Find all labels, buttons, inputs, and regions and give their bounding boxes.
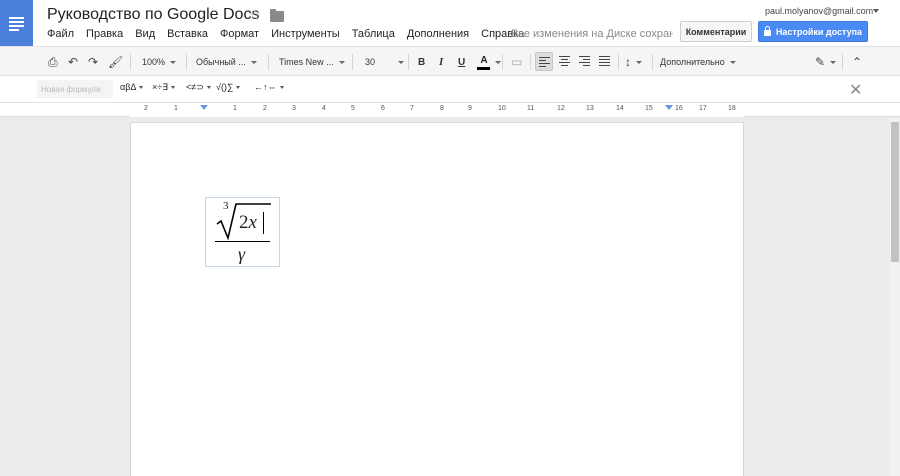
comments-button[interactable]: Комментарии bbox=[680, 21, 752, 42]
ruler-label: 7 bbox=[410, 105, 414, 112]
align-left-button[interactable] bbox=[535, 52, 553, 71]
fraction-line bbox=[215, 241, 270, 242]
share-button[interactable]: Настройки доступа bbox=[758, 21, 868, 42]
ruler-label: 17 bbox=[699, 105, 707, 112]
ruler[interactable]: 2 1 1 2 3 4 5 6 7 8 9 10 11 12 13 14 15 … bbox=[0, 103, 900, 117]
ruler-label: 9 bbox=[468, 105, 472, 112]
menu-tools[interactable]: Инструменты bbox=[271, 28, 340, 40]
font-size-value: 30 bbox=[365, 57, 376, 67]
ruler-label: 16 bbox=[675, 105, 683, 112]
undo-icon[interactable]: ↶ bbox=[68, 52, 78, 72]
share-label: Настройки доступа bbox=[775, 26, 863, 37]
menu-file[interactable]: Файл bbox=[47, 28, 74, 40]
star-icon[interactable]: ☆ bbox=[248, 6, 261, 24]
right-indent-marker[interactable] bbox=[665, 105, 673, 110]
docs-logo-icon[interactable] bbox=[0, 0, 33, 46]
ruler-label: 18 bbox=[728, 105, 736, 112]
equation-box[interactable]: 3 2x γ bbox=[205, 197, 280, 267]
align-justify-button[interactable] bbox=[596, 52, 614, 71]
bold-button[interactable]: B bbox=[418, 52, 425, 72]
menu-insert[interactable]: Вставка bbox=[167, 28, 208, 40]
pencil-icon[interactable]: ✎ bbox=[815, 52, 836, 72]
ruler-label: 5 bbox=[351, 105, 355, 112]
menu-edit[interactable]: Правка bbox=[86, 28, 123, 40]
collapse-chevron-up-icon[interactable]: ⌃ bbox=[852, 52, 862, 72]
ruler-label: 8 bbox=[440, 105, 444, 112]
document-title[interactable]: Руководство по Google Docs bbox=[47, 6, 259, 24]
underline-button[interactable]: U bbox=[458, 52, 465, 72]
more-button[interactable]: Дополнительно bbox=[660, 52, 736, 72]
toolbar: ⎙ ↶ ↷ 🖌 100% Обычный ... Times New ... 3… bbox=[0, 46, 900, 76]
vertical-scrollbar[interactable] bbox=[890, 118, 900, 476]
math-operators-menu[interactable]: √()∑ bbox=[216, 82, 240, 92]
text-cursor bbox=[263, 212, 264, 234]
more-label: Дополнительно bbox=[660, 57, 725, 67]
font-select[interactable]: Times New ... bbox=[279, 52, 345, 72]
print-icon[interactable]: ⎙ bbox=[48, 52, 58, 72]
font-value: Times New ... bbox=[279, 57, 334, 67]
style-select[interactable]: Обычный ... bbox=[196, 52, 257, 72]
line-spacing-icon[interactable]: ↕ bbox=[625, 52, 642, 72]
ruler-label: 13 bbox=[586, 105, 594, 112]
greek-letters-menu[interactable]: αβΔ bbox=[120, 82, 143, 92]
ruler-label: 6 bbox=[381, 105, 385, 112]
equation-toolbar: Новая формула αβΔ ×÷∃ <≠⊃ √()∑ ←↑⇔ ✕ bbox=[0, 76, 900, 103]
lock-icon bbox=[763, 25, 771, 36]
comment-icon[interactable]: ▭ bbox=[511, 52, 522, 72]
ruler-label: 3 bbox=[292, 105, 296, 112]
comments-label: Комментарии bbox=[685, 26, 747, 37]
ruler-label: 2 bbox=[263, 105, 267, 112]
align-right-button[interactable] bbox=[576, 52, 594, 71]
radicand[interactable]: 2x bbox=[239, 212, 257, 234]
ruler-label: 2 bbox=[144, 105, 148, 112]
left-indent-marker[interactable] bbox=[200, 105, 208, 110]
menu-table[interactable]: Таблица bbox=[352, 28, 395, 40]
close-equation-toolbar-icon[interactable]: ✕ bbox=[849, 80, 862, 100]
ruler-label: 15 bbox=[645, 105, 653, 112]
ruler-label: 14 bbox=[616, 105, 624, 112]
ruler-track[interactable]: 2 1 1 2 3 4 5 6 7 8 9 10 11 12 13 14 15 … bbox=[130, 103, 744, 117]
ruler-label: 1 bbox=[233, 105, 237, 112]
menu-bar: Файл Правка Вид Вставка Формат Инструмен… bbox=[47, 28, 536, 40]
ruler-label: 1 bbox=[174, 105, 178, 112]
scrollbar-thumb[interactable] bbox=[891, 122, 899, 262]
folder-icon[interactable] bbox=[270, 9, 284, 22]
misc-operations-menu[interactable]: ×÷∃ bbox=[152, 82, 175, 93]
font-size-select[interactable]: 30 bbox=[365, 52, 404, 72]
menu-addons[interactable]: Дополнения bbox=[407, 28, 469, 40]
ruler-label: 4 bbox=[322, 105, 326, 112]
save-status[interactable]: Все изменения на Диске сохран... bbox=[511, 28, 673, 40]
menu-view[interactable]: Вид bbox=[135, 28, 155, 40]
text-color-dropdown[interactable] bbox=[490, 52, 501, 72]
header: Руководство по Google Docs ☆ Файл Правка… bbox=[0, 0, 900, 46]
italic-button[interactable]: I bbox=[439, 52, 443, 72]
user-email[interactable]: paul.molyanov@gmail.com bbox=[765, 6, 873, 16]
menu-format[interactable]: Формат bbox=[220, 28, 259, 40]
relations-menu[interactable]: <≠⊃ bbox=[186, 82, 211, 93]
paint-format-icon[interactable]: 🖌 bbox=[108, 52, 123, 72]
align-center-button[interactable] bbox=[556, 52, 574, 71]
redo-icon[interactable]: ↷ bbox=[88, 52, 98, 72]
new-equation-input[interactable]: Новая формула bbox=[37, 80, 113, 98]
style-value: Обычный ... bbox=[196, 57, 246, 67]
ruler-label: 12 bbox=[557, 105, 565, 112]
zoom-select[interactable]: 100% bbox=[142, 52, 176, 72]
text-color-label: A bbox=[480, 55, 488, 66]
arrows-menu[interactable]: ←↑⇔ bbox=[254, 82, 284, 92]
radicand-variable: x bbox=[248, 212, 257, 233]
denominator[interactable]: γ bbox=[238, 244, 245, 265]
account-chevron-down-icon[interactable] bbox=[873, 9, 879, 13]
radicand-number: 2 bbox=[239, 212, 249, 233]
ruler-label: 10 bbox=[498, 105, 506, 112]
document-page[interactable]: 3 2x γ bbox=[130, 122, 744, 476]
zoom-value: 100% bbox=[142, 57, 166, 67]
new-equation-label: Новая формула bbox=[41, 84, 101, 94]
ruler-label: 11 bbox=[527, 105, 535, 112]
